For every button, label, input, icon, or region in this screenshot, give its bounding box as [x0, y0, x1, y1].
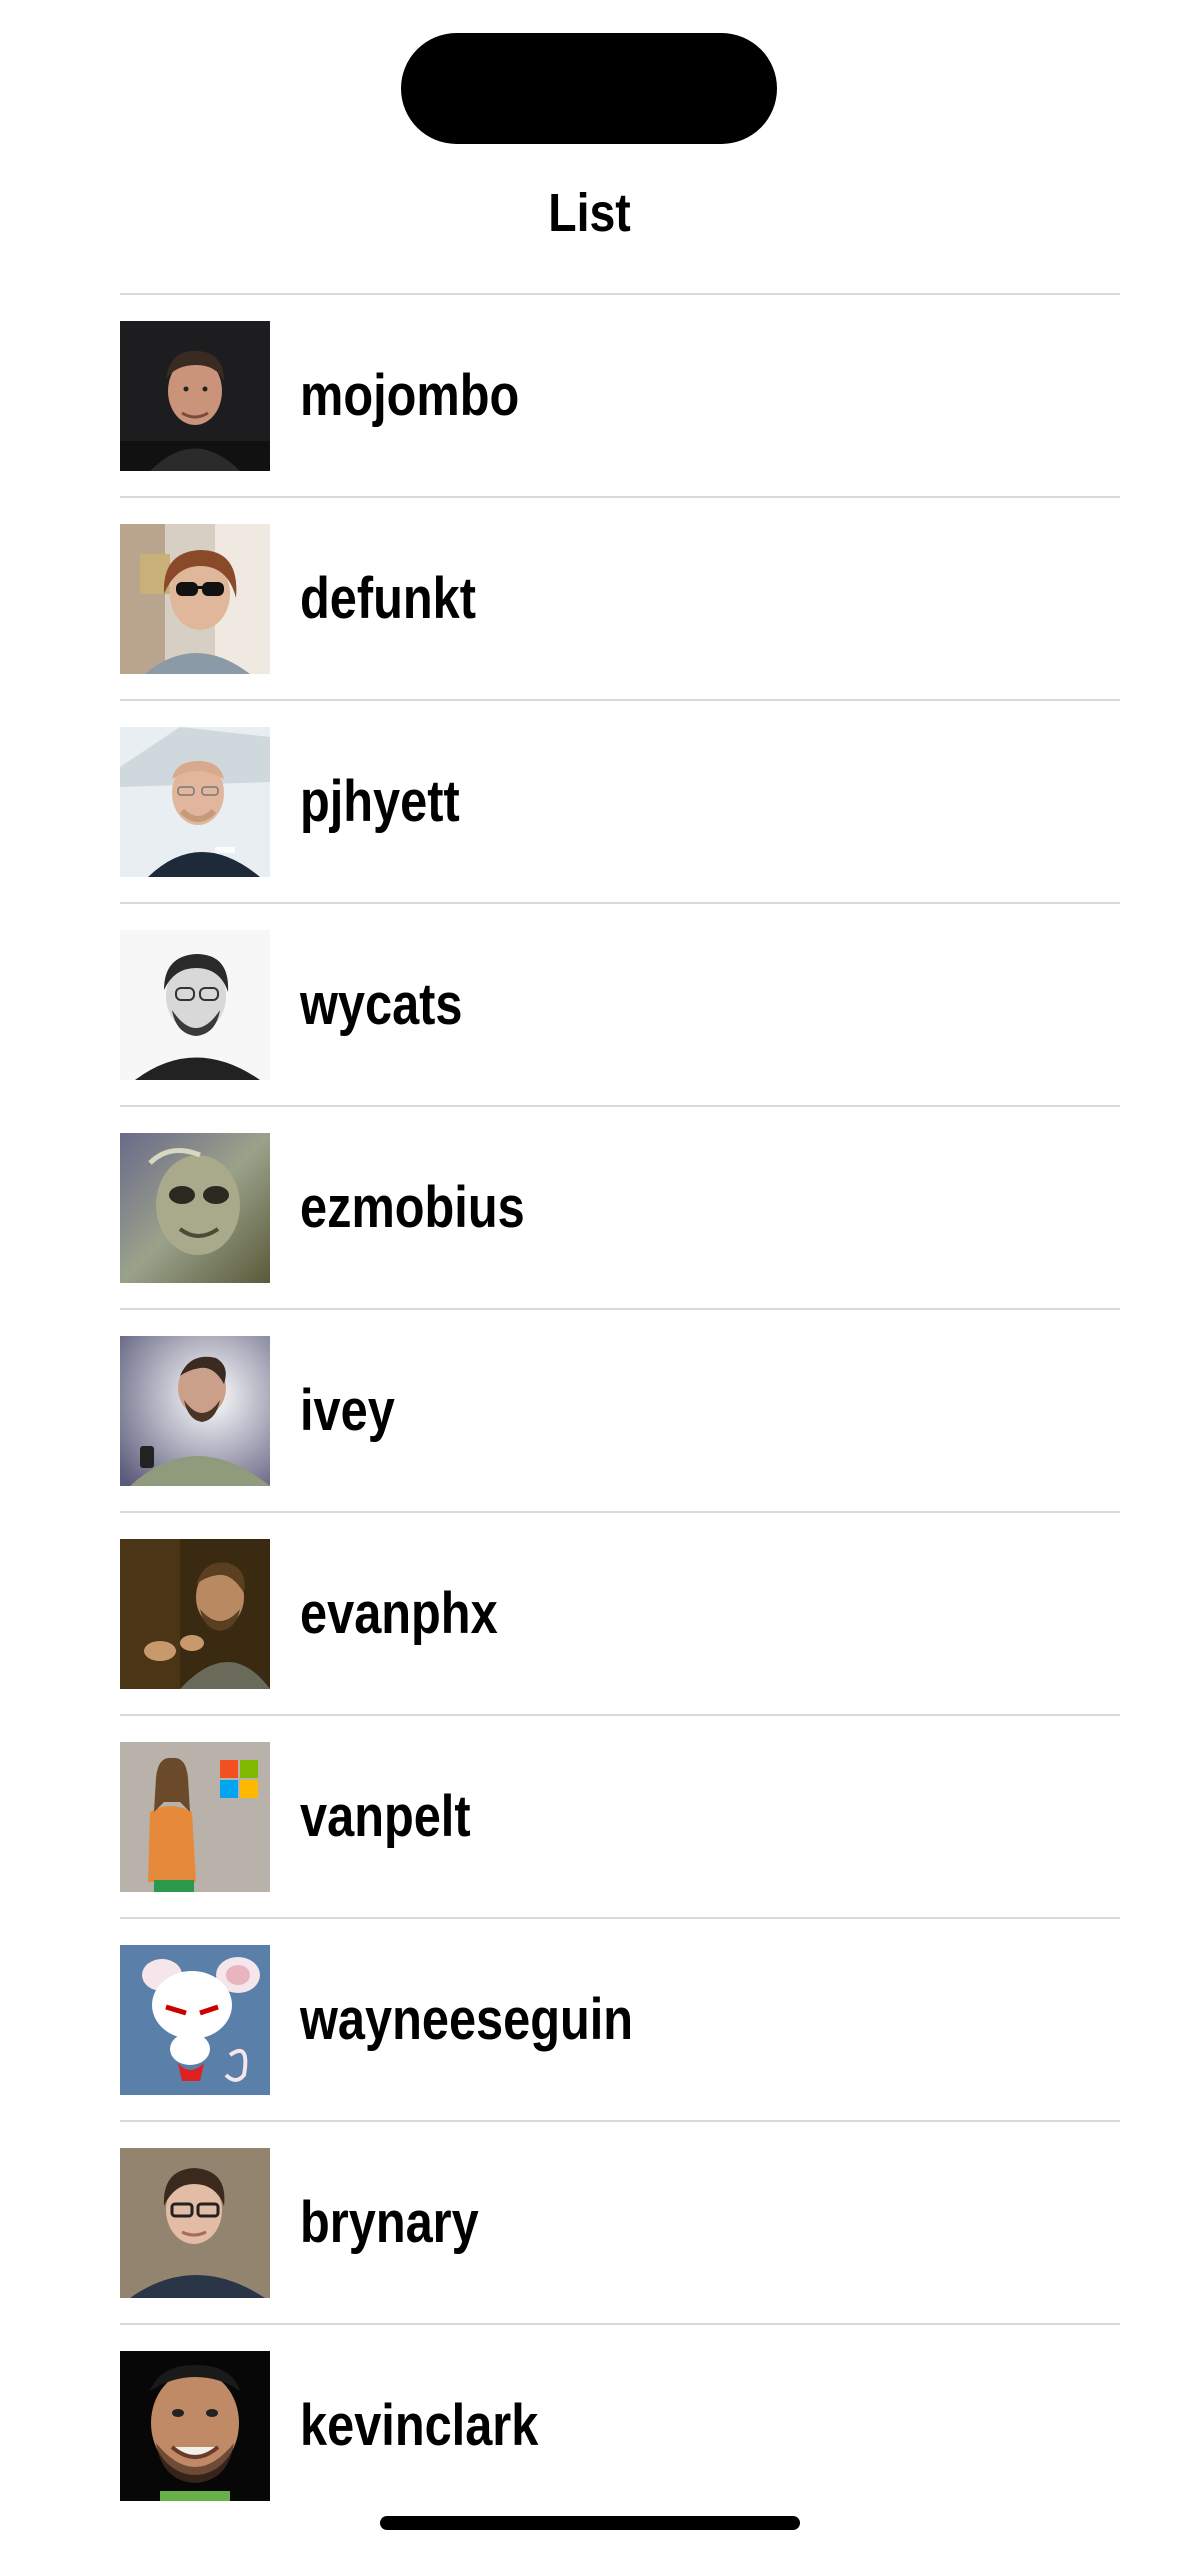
avatar-photo-icon [120, 320, 270, 471]
username-label: wayneeseguin [300, 1986, 634, 2052]
avatar [120, 523, 270, 674]
avatar-photo-icon [120, 2350, 270, 2501]
avatar [120, 1538, 270, 1689]
username-label: kevinclark [300, 2392, 539, 2458]
list-item[interactable]: pjhyett [120, 701, 1120, 902]
list-item[interactable]: wayneeseguin [120, 1919, 1120, 2120]
list-item[interactable]: ivey [120, 1310, 1120, 1511]
avatar-photo-icon [120, 1335, 270, 1486]
avatar [120, 2147, 270, 2298]
avatar [120, 726, 270, 877]
avatar [120, 1944, 270, 2095]
username-label: pjhyett [300, 768, 460, 834]
avatar [120, 2350, 270, 2501]
avatar-photo-icon [120, 1132, 270, 1283]
list-item[interactable]: defunkt [120, 498, 1120, 699]
username-label: ezmobius [300, 1174, 525, 1240]
list-item[interactable]: evanphx [120, 1513, 1120, 1714]
avatar-photo-icon [120, 1944, 270, 2095]
page-title: List [548, 183, 631, 243]
list-item[interactable]: ezmobius [120, 1107, 1120, 1308]
avatar [120, 1132, 270, 1283]
avatar-photo-icon [120, 1741, 270, 1892]
list-item[interactable]: wycats [120, 904, 1120, 1105]
avatar [120, 929, 270, 1080]
username-label: evanphx [300, 1580, 498, 1646]
username-label: brynary [300, 2189, 479, 2255]
avatar [120, 1335, 270, 1486]
username-label: wycats [300, 971, 463, 1037]
user-list: mojombo defunkt pjhyett wycats ezmobius … [120, 293, 1120, 2526]
username-label: ivey [300, 1377, 395, 1443]
avatar [120, 320, 270, 471]
avatar-photo-icon [120, 2147, 270, 2298]
home-indicator[interactable] [380, 2516, 800, 2530]
list-item[interactable]: vanpelt [120, 1716, 1120, 1917]
list-item[interactable]: brynary [120, 2122, 1120, 2323]
avatar-photo-icon [120, 726, 270, 877]
username-label: defunkt [300, 565, 476, 631]
dynamic-island [401, 33, 777, 144]
avatar [120, 1741, 270, 1892]
avatar-photo-icon [120, 523, 270, 674]
list-item[interactable]: mojombo [120, 295, 1120, 496]
username-label: mojombo [300, 362, 520, 428]
avatar-photo-icon [120, 1538, 270, 1689]
list-item[interactable]: kevinclark [120, 2325, 1120, 2526]
username-label: vanpelt [300, 1783, 471, 1849]
avatar-photo-icon [120, 929, 270, 1080]
